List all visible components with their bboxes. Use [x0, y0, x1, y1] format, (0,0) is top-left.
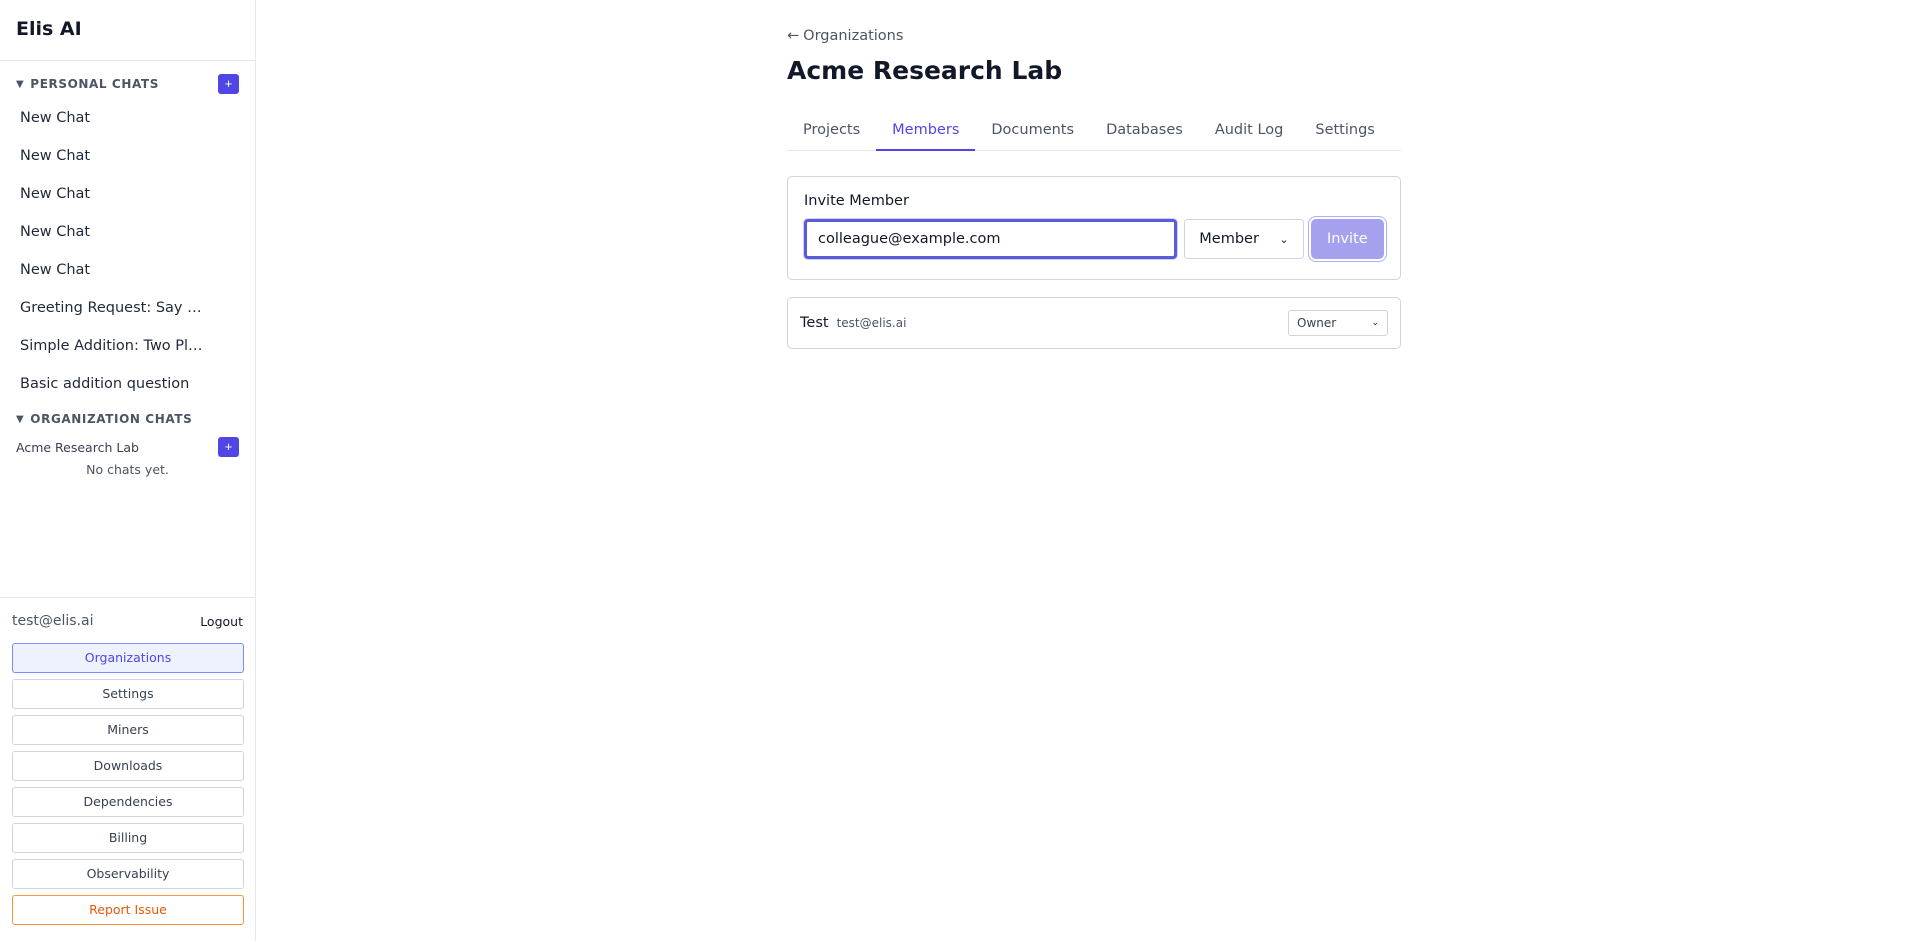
observability-nav-button[interactable]: Observability — [12, 859, 244, 889]
invite-email-input[interactable] — [804, 219, 1178, 259]
billing-nav-button[interactable]: Billing — [12, 823, 244, 853]
invite-role-value: Member — [1199, 231, 1259, 247]
logout-button[interactable]: Logout — [200, 614, 243, 629]
chat-list-item[interactable]: Simple Addition: Two Pl… — [0, 327, 255, 365]
settings-nav-button[interactable]: Settings — [12, 679, 244, 709]
invite-role-select[interactable]: Member ⌄ — [1184, 219, 1304, 259]
chat-list-item[interactable]: New Chat — [0, 175, 255, 213]
sidebar: Elis AI ▼ PERSONAL CHATS + New Chat New … — [0, 0, 256, 941]
brand-title: Elis AI — [0, 0, 255, 61]
invite-button[interactable]: Invite — [1310, 219, 1384, 259]
personal-chats-header[interactable]: ▼ PERSONAL CHATS + — [0, 74, 255, 94]
main-panel: ← Organizations Acme Research Lab Projec… — [256, 0, 1920, 941]
org-detail: ← Organizations Acme Research Lab Projec… — [787, 26, 1401, 349]
collapse-caret-icon: ▼ — [16, 413, 25, 425]
personal-chats-label: PERSONAL CHATS — [30, 77, 159, 91]
user-email: test@elis.ai — [12, 613, 94, 629]
chat-list-item[interactable]: New Chat — [0, 251, 255, 289]
org-chat-group-name: Acme Research Lab — [16, 439, 139, 455]
chat-list-item[interactable]: New Chat — [0, 213, 255, 251]
invite-form: Member ⌄ Invite — [804, 219, 1384, 259]
org-tabs: Projects Members Documents Databases Aud… — [787, 112, 1401, 151]
downloads-nav-button[interactable]: Downloads — [12, 751, 244, 781]
member-info: Test test@elis.ai — [800, 315, 906, 331]
app-root: Elis AI ▼ PERSONAL CHATS + New Chat New … — [0, 0, 1920, 941]
back-link-label: Organizations — [803, 28, 904, 44]
tab-audit-log[interactable]: Audit Log — [1199, 112, 1300, 151]
chat-list-item[interactable]: New Chat — [0, 99, 255, 137]
page-title: Acme Research Lab — [787, 56, 1063, 85]
chat-list-item[interactable]: Greeting Request: Say … — [0, 289, 255, 327]
chat-list-item[interactable]: Basic addition question — [0, 365, 255, 403]
tab-members[interactable]: Members — [876, 112, 976, 151]
sidebar-footer: test@elis.ai Logout Organizations Settin… — [0, 597, 255, 941]
organization-chats-label: ORGANIZATION CHATS — [30, 412, 193, 426]
member-row: Test test@elis.ai Owner ⌄ — [787, 297, 1401, 349]
organization-chats-title[interactable]: ▼ ORGANIZATION CHATS — [16, 412, 192, 426]
invite-member-title: Invite Member — [804, 193, 909, 209]
report-issue-button[interactable]: Report Issue — [12, 895, 244, 925]
back-to-organizations-link[interactable]: ← Organizations — [787, 26, 1401, 46]
tab-databases[interactable]: Databases — [1090, 112, 1199, 151]
tab-settings[interactable]: Settings — [1299, 112, 1390, 151]
chevron-down-icon: ⌄ — [1371, 318, 1379, 328]
org-chat-group: Acme Research Lab + — [0, 437, 255, 457]
user-row: test@elis.ai Logout — [12, 610, 243, 632]
organizations-nav-button[interactable]: Organizations — [12, 643, 244, 673]
personal-chat-list: New Chat New Chat New Chat New Chat New … — [0, 99, 255, 403]
organization-chats-header[interactable]: ▼ ORGANIZATION CHATS — [0, 409, 255, 429]
invite-member-card: Invite Member Member ⌄ Invite — [787, 176, 1401, 280]
personal-chats-title[interactable]: ▼ PERSONAL CHATS — [16, 77, 159, 91]
new-org-chat-button[interactable]: + — [218, 437, 239, 457]
arrow-left-icon: ← — [787, 28, 800, 44]
organization-chats-section: ▼ ORGANIZATION CHATS Acme Research Lab +… — [0, 409, 255, 477]
dependencies-nav-button[interactable]: Dependencies — [12, 787, 244, 817]
tab-projects[interactable]: Projects — [787, 112, 876, 151]
chat-list-item[interactable]: New Chat — [0, 137, 255, 175]
member-email: test@elis.ai — [836, 316, 907, 330]
member-role-select[interactable]: Owner ⌄ — [1288, 310, 1388, 336]
sidebar-chats: ▼ PERSONAL CHATS + New Chat New Chat New… — [0, 61, 255, 597]
member-name: Test — [800, 315, 829, 331]
collapse-caret-icon: ▼ — [16, 78, 25, 90]
miners-nav-button[interactable]: Miners — [12, 715, 244, 745]
empty-org-chats-text: No chats yet. — [86, 462, 169, 477]
tab-documents[interactable]: Documents — [975, 112, 1090, 151]
member-role-value: Owner — [1297, 316, 1337, 330]
new-personal-chat-button[interactable]: + — [218, 74, 239, 94]
chevron-down-icon: ⌄ — [1279, 232, 1289, 246]
